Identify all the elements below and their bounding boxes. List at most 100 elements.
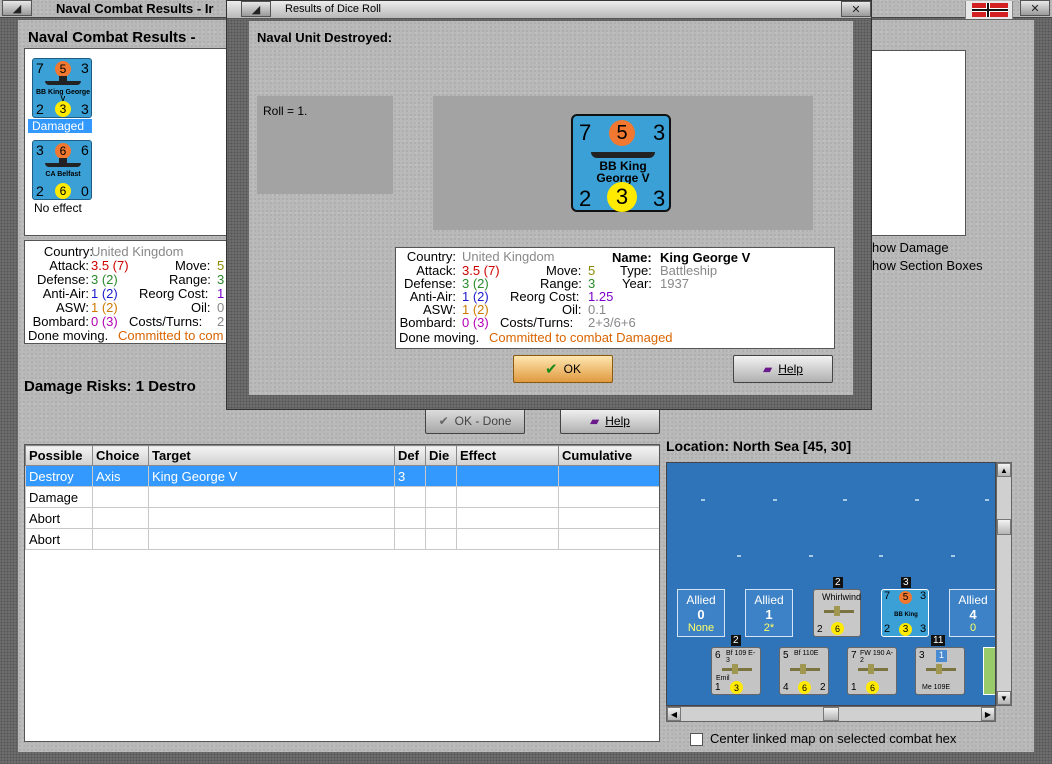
air-unit-whirlwind[interactable]: Whirlwind 2 6: [813, 589, 861, 637]
col-possible[interactable]: Possible: [25, 445, 93, 466]
unit-counter-king-george[interactable]: 7 5 3 BB King George V 2 3 3: [32, 58, 92, 118]
window-menu-button[interactable]: ◢: [2, 0, 32, 16]
ok-label: OK: [563, 362, 581, 376]
scroll-left-icon[interactable]: ◀: [667, 707, 681, 721]
air-unit-bf110[interactable]: 5 Bf 110E 4 6 2: [779, 647, 829, 695]
show-damage-option[interactable]: how Damage: [872, 240, 949, 255]
costs-value: 2+3/6+6: [588, 315, 636, 330]
allied-box-0[interactable]: Allied 0 None: [677, 589, 725, 637]
scroll-up-icon[interactable]: ▲: [997, 463, 1011, 477]
main-help-button[interactable]: ▰ Help: [560, 408, 660, 434]
dialog-help-button[interactable]: ▰ Help: [733, 355, 833, 383]
main-close-button[interactable]: ✕: [1020, 0, 1050, 16]
air-top-left: 7: [851, 650, 857, 661]
ok-done-button[interactable]: ✔ OK - Done: [425, 408, 525, 434]
table-header-row: Possible Choice Target Def Die Effect Cu…: [25, 445, 659, 466]
air-left-value: 4: [783, 682, 789, 693]
box-sub: 2*: [763, 622, 775, 634]
wave-mark: [879, 555, 883, 557]
bombard-value: 0 (3): [462, 315, 489, 330]
oil-label: Oil:: [191, 300, 211, 315]
box-sub: None: [687, 622, 715, 634]
unit-counter-belfast[interactable]: 3 6 6 CA Belfast 2 6 0: [32, 140, 92, 200]
col-target[interactable]: Target: [148, 445, 395, 466]
move-value: 5: [217, 258, 225, 273]
cell-def: [394, 486, 426, 508]
menu-icon: ◢: [12, 2, 22, 15]
table-row[interactable]: Abort: [25, 507, 659, 529]
dialog-heading: Naval Unit Destroyed:: [257, 30, 393, 45]
dialog-ok-button[interactable]: ✔ OK: [513, 355, 613, 383]
col-cumulative[interactable]: Cumulative: [558, 445, 659, 466]
table-row[interactable]: Damage: [25, 486, 659, 508]
country-label: Country:: [43, 244, 93, 259]
damage-risks-label: Damage Risks: 1 Destro: [24, 378, 196, 395]
col-die[interactable]: Die: [425, 445, 457, 466]
table-row[interactable]: Abort: [25, 528, 659, 550]
col-effect[interactable]: Effect: [456, 445, 559, 466]
cell-die: [425, 486, 457, 508]
col-choice[interactable]: Choice: [92, 445, 149, 466]
air-top-left: 5: [783, 650, 789, 661]
center-map-checkbox[interactable]: [690, 733, 703, 746]
bottom-circle: 3: [55, 101, 71, 117]
cell-cumulative: [558, 528, 659, 550]
ship-circle-bottom: 3: [899, 623, 912, 636]
costs-label: Costs/Turns:: [129, 314, 203, 329]
air-circle: 1: [936, 650, 947, 662]
map-ship-king-george[interactable]: 7 5 3 BB King 2 3 3: [881, 589, 929, 637]
cell-cumulative: [558, 507, 659, 529]
bottom-left-value: 2: [36, 183, 44, 199]
allied-box-4[interactable]: Allied 4 0: [949, 589, 995, 637]
scroll-right-icon[interactable]: ▶: [981, 707, 995, 721]
air-unit-me109[interactable]: 3 1 Me 109E: [915, 647, 965, 695]
box-number: 0: [697, 607, 705, 622]
partial-counter[interactable]: [983, 647, 995, 695]
dialog-close-button[interactable]: ✕: [841, 1, 871, 17]
stack-badge: 11: [931, 635, 946, 646]
allied-box-1[interactable]: Allied 1 2*: [745, 589, 793, 637]
map-vertical-scrollbar[interactable]: ▲ ▼: [996, 462, 1012, 706]
dialog-menu-button[interactable]: ◢: [241, 1, 271, 17]
table-row[interactable]: Destroy Axis King George V 3: [25, 465, 659, 487]
move-value: 3: [81, 60, 89, 76]
close-icon: ✕: [1030, 2, 1040, 15]
roll-text: Roll = 1.: [263, 104, 308, 118]
bottom-left-value: 2: [36, 101, 44, 117]
range-label: Range:: [169, 272, 211, 287]
dialog-title: Results of Dice Roll: [285, 3, 381, 15]
ship-attack: 7: [884, 590, 891, 602]
cell-effect: [456, 528, 559, 550]
wave-mark: [737, 555, 741, 557]
stack-badge: 2: [731, 635, 741, 646]
air-unit-bf109[interactable]: 6 Bf 109 E-3 Emil 1 3: [711, 647, 761, 695]
air-left-value: 2: [817, 624, 823, 635]
attack-value: 7: [36, 60, 44, 76]
move-value: 3: [653, 120, 666, 145]
cell-target: [148, 528, 395, 550]
bottom-right-value: 0: [81, 183, 89, 199]
range-value: 3: [217, 272, 225, 287]
attack-value: 3.5 (7): [91, 258, 129, 273]
close-icon: ✕: [851, 3, 861, 16]
asw-label: ASW:: [56, 300, 89, 315]
bombard-value: 0 (3): [91, 314, 118, 329]
flag-icon: [965, 1, 1013, 19]
map-horizontal-scrollbar[interactable]: ◀ ▶: [666, 706, 996, 722]
scroll-thumb[interactable]: [997, 519, 1011, 535]
battleship-icon: [591, 152, 655, 158]
bottom-circle: 3: [607, 182, 637, 212]
linked-map[interactable]: Allied 0 None Allied 1 2* Allied 4 0 2 W…: [666, 462, 996, 706]
stack-badge: 2: [833, 577, 843, 588]
antiair-value: 1 (2): [91, 286, 118, 301]
air-unit-fw190[interactable]: 7 FW 190 A-2 1 6: [847, 647, 897, 695]
show-section-boxes-option[interactable]: how Section Boxes: [872, 258, 983, 273]
scroll-thumb[interactable]: [823, 707, 839, 721]
cell-def: 3: [394, 465, 426, 487]
dice-roll-dialog: ◢ Results of Dice Roll ✕ Naval Unit Dest…: [226, 0, 1013, 410]
scroll-down-icon[interactable]: ▼: [997, 691, 1011, 705]
cell-effect: [456, 486, 559, 508]
status-prefix: Done moving.: [399, 330, 480, 345]
col-def[interactable]: Def: [394, 445, 426, 466]
year-label: Year:: [622, 276, 652, 291]
